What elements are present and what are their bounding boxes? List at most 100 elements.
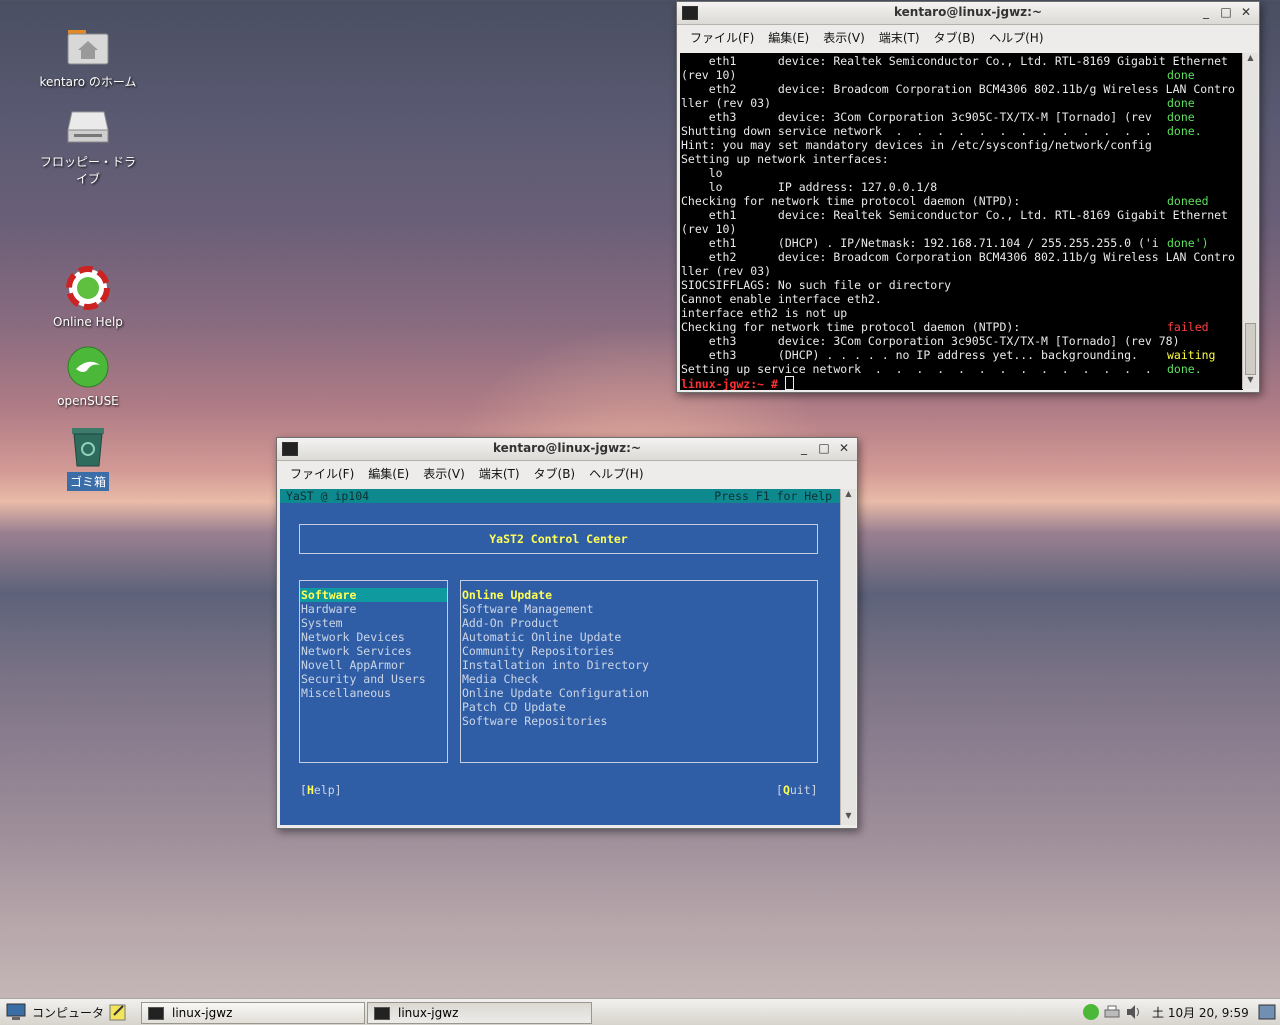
maximize-button[interactable]: □ [1217,4,1235,21]
menu-terminal[interactable]: 端末(T) [472,465,527,482]
scrollbar-thumb[interactable] [1245,323,1256,375]
terminal-line-text: eth3 device: 3Com Corporation 3c905C-TX/… [681,334,1180,348]
module-item[interactable]: Installation into Directory [461,658,817,672]
category-item[interactable]: Security and Users [300,672,447,686]
category-item[interactable]: Software [300,588,447,602]
taskbar-task-2[interactable]: linux-jgwz [367,1002,592,1024]
module-item[interactable]: Software Repositories [461,714,817,728]
vertical-scrollbar[interactable]: ▲ ▼ [840,489,856,825]
help-button[interactable]: [Help] [300,783,342,797]
yast-title: YaST2 Control Center [489,532,628,546]
menu-edit[interactable]: 編集(E) [761,29,816,46]
quit-bracket: [ [776,783,783,797]
category-item[interactable]: Novell AppArmor [300,658,447,672]
terminal-line-text: Checking for network time protocol daemo… [681,194,1021,208]
terminal-line-text: lo [681,166,723,180]
category-item[interactable]: System [300,616,447,630]
menu-tabs[interactable]: タブ(B) [527,465,583,482]
category-item[interactable]: Network Services [300,644,447,658]
desktop-icon-home[interactable]: kentaro のホーム [33,24,143,91]
clock-label: 土 10月 20, 9:59 [1152,1005,1249,1020]
tray-opensuse-updater-icon[interactable] [1082,1002,1100,1022]
module-item[interactable]: Community Repositories [461,644,817,658]
menu-file[interactable]: ファイル(F) [683,29,761,46]
menu-view[interactable]: 表示(V) [416,465,472,482]
menu-help[interactable]: ヘルプ(H) [982,29,1050,46]
quit-button[interactable]: [Quit] [776,783,818,797]
terminal-line: Checking for network time protocol daemo… [681,320,1243,334]
terminal-prompt-line[interactable]: linux-jgwz:~ # [681,376,1243,390]
tray-volume-icon[interactable] [1125,1002,1143,1022]
scrollbar-track[interactable] [1243,67,1258,375]
yast-header-bar: YaST @ ip104 Press F1 for Help [280,489,840,503]
clock[interactable]: 土 10月 20, 9:59 [1152,1002,1249,1022]
terminal-window-yast[interactable]: kentaro@linux-jgwz:~ _ □ ✕ ファイル(F) 編集(E)… [276,437,858,829]
yast-help-hint: Press F1 for Help [714,489,832,503]
show-desktop-icon [1258,1004,1276,1020]
minimize-button[interactable]: _ [1197,4,1215,21]
maximize-button[interactable]: □ [815,440,833,457]
close-button[interactable]: ✕ [835,440,853,457]
module-item[interactable]: Media Check [461,672,817,686]
title-bar[interactable]: kentaro@linux-jgwz:~ _ □ ✕ [677,2,1259,25]
window-title: kentaro@linux-jgwz:~ [894,5,1042,19]
module-list[interactable]: Online Update Software Management Add-On P… [460,580,818,763]
terminal-line-text: ller (rev 03) [681,96,772,110]
close-button[interactable]: ✕ [1237,4,1255,21]
module-item[interactable]: Online Update Configuration [461,686,817,700]
terminal-line-text: Setting up network interfaces: [681,152,889,166]
desktop-icon-opensuse[interactable]: openSUSE [33,345,143,409]
terminal-line-text: (rev 10) [681,222,737,236]
task-label: linux-jgwz [398,1006,459,1020]
desktop-icon-floppy[interactable]: フロッピー・ドライブ [33,104,143,188]
scroll-down-arrow-icon[interactable]: ▼ [1243,375,1258,389]
category-item[interactable]: Hardware [300,602,447,616]
menu-view[interactable]: 表示(V) [816,29,872,46]
terminal-window-top[interactable]: kentaro@linux-jgwz:~ _ □ ✕ ファイル(F) 編集(E)… [676,1,1260,393]
terminal-line-text: SIOCSIFFLAGS: No such file or directory [681,278,952,292]
tray-printer-icon[interactable] [1103,1002,1121,1022]
terminal-line-text: ller (rev 03) [681,264,772,278]
title-bar[interactable]: kentaro@linux-jgwz:~ _ □ ✕ [277,438,857,461]
terminal-output[interactable]: eth1 device: Realtek Semiconductor Co., … [680,53,1243,390]
minimize-button[interactable]: _ [795,440,813,457]
desktop-icon-trash[interactable]: ゴミ箱 [33,424,143,491]
menu-terminal[interactable]: 端末(T) [872,29,927,46]
menu-help[interactable]: ヘルプ(H) [582,465,650,482]
menu-tabs[interactable]: タブ(B) [927,29,983,46]
category-item[interactable]: Miscellaneous [300,686,447,700]
scroll-up-arrow-icon[interactable]: ▲ [841,489,856,503]
computer-menu-button[interactable]: コンピュータ [6,1002,104,1022]
computer-icon [6,1003,26,1020]
taskbar-task-1[interactable]: linux-jgwz [141,1002,365,1024]
terminal-line: eth1 device: Realtek Semiconductor Co., … [681,54,1243,68]
vertical-scrollbar[interactable]: ▲ ▼ [1242,53,1258,389]
scroll-down-arrow-icon[interactable]: ▼ [841,811,856,825]
terminal-line: Hint: you may set mandatory devices in /… [681,138,1243,152]
terminal-line: (rev 10) [681,222,1243,236]
category-item[interactable]: Network Devices [300,630,447,644]
scrollbar-track[interactable] [841,503,856,811]
desktop-icon-label: kentaro のホーム [39,75,137,89]
desktop-icon-label: ゴミ箱 [66,472,109,491]
show-desktop-button[interactable] [1258,1002,1276,1022]
module-item[interactable]: Online Update [461,588,817,602]
yast-control-center[interactable]: YaST @ ip104 Press F1 for Help YaST2 Con… [280,489,840,825]
category-list[interactable]: Software Hardware System Network Devices Net… [299,580,448,763]
notes-launcher[interactable] [108,1002,128,1022]
menu-edit[interactable]: 編集(E) [361,465,416,482]
module-item[interactable]: Add-On Product [461,616,817,630]
terminal-status: done') [1167,236,1209,250]
module-item[interactable]: Automatic Online Update [461,630,817,644]
scroll-up-arrow-icon[interactable]: ▲ [1243,53,1258,67]
help-label: elp] [313,783,342,797]
module-item[interactable]: Software Management [461,602,817,616]
terminal-line-text: Shutting down service network . . . . . … [681,124,1152,138]
module-item[interactable]: Patch CD Update [461,700,817,714]
terminal-line-text: Setting up service network . . . . . . .… [681,362,1152,376]
desktop-icon-online-help[interactable]: Online Help [33,266,143,330]
terminal-line: eth3 (DHCP) . . . . . no IP address yet.… [681,348,1243,362]
desktop-icon-label: Online Help [53,315,123,329]
terminal-line-text: eth3 device: 3Com Corporation 3c905C-TX/… [681,110,1152,124]
menu-file[interactable]: ファイル(F) [283,465,361,482]
